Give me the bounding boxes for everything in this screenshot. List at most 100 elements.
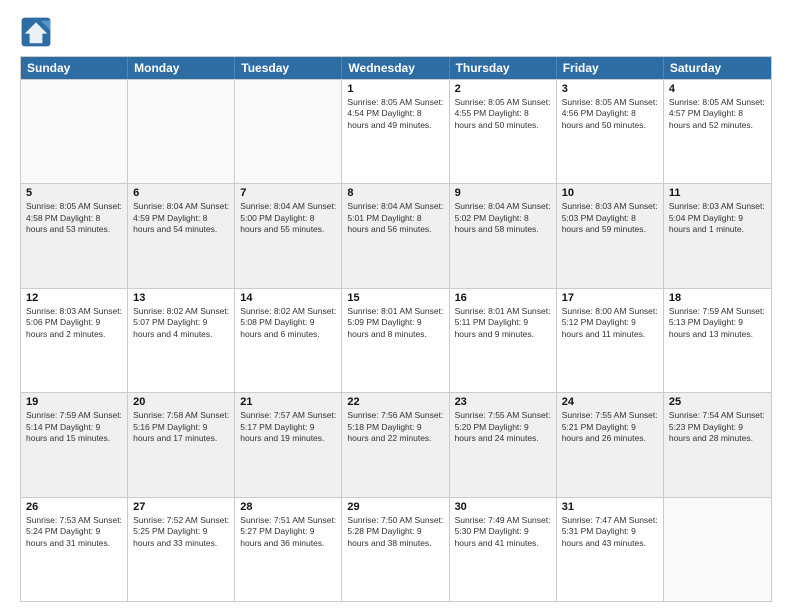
day-cell-16: 16 Sunrise: 8:01 AM Sunset: 5:11 PM Dayli… (450, 289, 557, 392)
day-info: Sunrise: 7:56 AM Sunset: 5:18 PM Dayligh… (347, 410, 443, 444)
empty-cell-0-0 (21, 80, 128, 183)
day-number: 22 (347, 396, 443, 408)
day-info: Sunrise: 8:00 AM Sunset: 5:12 PM Dayligh… (562, 306, 658, 340)
day-info: Sunrise: 7:52 AM Sunset: 5:25 PM Dayligh… (133, 515, 229, 549)
day-number: 7 (240, 187, 336, 199)
calendar-row-3: 12 Sunrise: 8:03 AM Sunset: 5:06 PM Dayli… (21, 288, 771, 392)
day-cell-17: 17Sunrise: 8:00 AM Sunset: 5:12 PM Dayli… (557, 289, 664, 392)
day-cell-13: 13 Sunrise: 8:02 AM Sunset: 5:07 PM Dayli… (128, 289, 235, 392)
day-number: 19 (26, 396, 122, 408)
day-cell-22: 22 Sunrise: 7:56 AM Sunset: 5:18 PM Dayli… (342, 393, 449, 496)
day-cell-26: 26 Sunrise: 7:53 AM Sunset: 5:24 PM Dayli… (21, 498, 128, 601)
day-number: 20 (133, 396, 229, 408)
day-number: 25 (669, 396, 766, 408)
day-cell-19: 19 Sunrise: 7:59 AM Sunset: 5:14 PM Dayli… (21, 393, 128, 496)
day-cell-23: 23Sunrise: 7:55 AM Sunset: 5:20 PM Dayli… (450, 393, 557, 496)
day-cell-12: 12 Sunrise: 8:03 AM Sunset: 5:06 PM Dayli… (21, 289, 128, 392)
day-cell-18: 18Sunrise: 7:59 AM Sunset: 5:13 PM Dayli… (664, 289, 771, 392)
day-info: Sunrise: 7:51 AM Sunset: 5:27 PM Dayligh… (240, 515, 336, 549)
day-cell-9: 9 Sunrise: 8:04 AM Sunset: 5:02 PM Daylig… (450, 184, 557, 287)
day-info: Sunrise: 8:05 AM Sunset: 4:54 PM Dayligh… (347, 97, 443, 131)
day-info: Sunrise: 7:50 AM Sunset: 5:28 PM Dayligh… (347, 515, 443, 549)
day-info: Sunrise: 8:03 AM Sunset: 5:04 PM Dayligh… (669, 201, 766, 235)
day-info: Sunrise: 7:57 AM Sunset: 5:17 PM Dayligh… (240, 410, 336, 444)
day-cell-10: 10Sunrise: 8:03 AM Sunset: 5:03 PM Dayli… (557, 184, 664, 287)
day-info: Sunrise: 8:01 AM Sunset: 5:09 PM Dayligh… (347, 306, 443, 340)
weekday-header-sunday: Sunday (21, 57, 128, 79)
page: SundayMondayTuesdayWednesdayThursdayFrid… (0, 0, 792, 612)
empty-cell-0-1 (128, 80, 235, 183)
day-number: 27 (133, 501, 229, 513)
day-cell-31: 31 Sunrise: 7:47 AM Sunset: 5:31 PM Dayli… (557, 498, 664, 601)
day-info: Sunrise: 8:05 AM Sunset: 4:57 PM Dayligh… (669, 97, 766, 131)
day-number: 6 (133, 187, 229, 199)
logo-icon (20, 16, 52, 48)
day-info: Sunrise: 7:54 AM Sunset: 5:23 PM Dayligh… (669, 410, 766, 444)
day-info: Sunrise: 7:58 AM Sunset: 5:16 PM Dayligh… (133, 410, 229, 444)
day-number: 2 (455, 83, 551, 95)
day-info: Sunrise: 8:03 AM Sunset: 5:06 PM Dayligh… (26, 306, 122, 340)
day-number: 15 (347, 292, 443, 304)
day-number: 30 (455, 501, 551, 513)
day-cell-11: 11 Sunrise: 8:03 AM Sunset: 5:04 PM Dayli… (664, 184, 771, 287)
day-cell-30: 30 Sunrise: 7:49 AM Sunset: 5:30 PM Dayli… (450, 498, 557, 601)
calendar-row-5: 26 Sunrise: 7:53 AM Sunset: 5:24 PM Dayli… (21, 497, 771, 601)
weekday-header-saturday: Saturday (664, 57, 771, 79)
day-info: Sunrise: 7:59 AM Sunset: 5:14 PM Dayligh… (26, 410, 122, 444)
day-info: Sunrise: 8:04 AM Sunset: 5:01 PM Dayligh… (347, 201, 443, 235)
day-number: 13 (133, 292, 229, 304)
day-info: Sunrise: 8:02 AM Sunset: 5:07 PM Dayligh… (133, 306, 229, 340)
day-number: 11 (669, 187, 766, 199)
calendar-body: 1 Sunrise: 8:05 AM Sunset: 4:54 PM Daylig… (21, 79, 771, 601)
weekday-header-monday: Monday (128, 57, 235, 79)
day-info: Sunrise: 7:55 AM Sunset: 5:20 PM Dayligh… (455, 410, 551, 444)
day-number: 28 (240, 501, 336, 513)
day-cell-6: 6Sunrise: 8:04 AM Sunset: 4:59 PM Daylig… (128, 184, 235, 287)
day-number: 3 (562, 83, 658, 95)
day-cell-24: 24 Sunrise: 7:55 AM Sunset: 5:21 PM Dayli… (557, 393, 664, 496)
calendar-row-4: 19 Sunrise: 7:59 AM Sunset: 5:14 PM Dayli… (21, 392, 771, 496)
day-number: 12 (26, 292, 122, 304)
day-cell-20: 20 Sunrise: 7:58 AM Sunset: 5:16 PM Dayli… (128, 393, 235, 496)
day-number: 16 (455, 292, 551, 304)
day-info: Sunrise: 7:53 AM Sunset: 5:24 PM Dayligh… (26, 515, 122, 549)
calendar-header: SundayMondayTuesdayWednesdayThursdayFrid… (21, 57, 771, 79)
day-info: Sunrise: 7:49 AM Sunset: 5:30 PM Dayligh… (455, 515, 551, 549)
day-info: Sunrise: 7:59 AM Sunset: 5:13 PM Dayligh… (669, 306, 766, 340)
day-number: 1 (347, 83, 443, 95)
calendar-row-2: 5Sunrise: 8:05 AM Sunset: 4:58 PM Daylig… (21, 183, 771, 287)
day-cell-14: 14 Sunrise: 8:02 AM Sunset: 5:08 PM Dayli… (235, 289, 342, 392)
day-number: 4 (669, 83, 766, 95)
day-info: Sunrise: 8:03 AM Sunset: 5:03 PM Dayligh… (562, 201, 658, 235)
day-number: 29 (347, 501, 443, 513)
weekday-header-wednesday: Wednesday (342, 57, 449, 79)
weekday-header-tuesday: Tuesday (235, 57, 342, 79)
day-cell-28: 28 Sunrise: 7:51 AM Sunset: 5:27 PM Dayli… (235, 498, 342, 601)
day-number: 31 (562, 501, 658, 513)
day-number: 24 (562, 396, 658, 408)
day-info: Sunrise: 8:04 AM Sunset: 5:02 PM Dayligh… (455, 201, 551, 235)
day-info: Sunrise: 8:05 AM Sunset: 4:56 PM Dayligh… (562, 97, 658, 131)
day-info: Sunrise: 8:02 AM Sunset: 5:08 PM Dayligh… (240, 306, 336, 340)
day-cell-21: 21 Sunrise: 7:57 AM Sunset: 5:17 PM Dayli… (235, 393, 342, 496)
day-cell-7: 7Sunrise: 8:04 AM Sunset: 5:00 PM Daylig… (235, 184, 342, 287)
day-cell-4: 4 Sunrise: 8:05 AM Sunset: 4:57 PM Daylig… (664, 80, 771, 183)
day-info: Sunrise: 7:55 AM Sunset: 5:21 PM Dayligh… (562, 410, 658, 444)
day-number: 21 (240, 396, 336, 408)
logo (20, 16, 56, 48)
day-cell-1: 1 Sunrise: 8:05 AM Sunset: 4:54 PM Daylig… (342, 80, 449, 183)
day-info: Sunrise: 8:01 AM Sunset: 5:11 PM Dayligh… (455, 306, 551, 340)
day-number: 14 (240, 292, 336, 304)
day-info: Sunrise: 7:47 AM Sunset: 5:31 PM Dayligh… (562, 515, 658, 549)
day-cell-27: 27 Sunrise: 7:52 AM Sunset: 5:25 PM Dayli… (128, 498, 235, 601)
header (20, 16, 772, 48)
day-cell-25: 25 Sunrise: 7:54 AM Sunset: 5:23 PM Dayli… (664, 393, 771, 496)
empty-cell-0-2 (235, 80, 342, 183)
day-cell-2: 2Sunrise: 8:05 AM Sunset: 4:55 PM Daylig… (450, 80, 557, 183)
day-cell-29: 29 Sunrise: 7:50 AM Sunset: 5:28 PM Dayli… (342, 498, 449, 601)
day-number: 5 (26, 187, 122, 199)
day-number: 9 (455, 187, 551, 199)
weekday-header-thursday: Thursday (450, 57, 557, 79)
day-cell-8: 8Sunrise: 8:04 AM Sunset: 5:01 PM Daylig… (342, 184, 449, 287)
day-number: 26 (26, 501, 122, 513)
